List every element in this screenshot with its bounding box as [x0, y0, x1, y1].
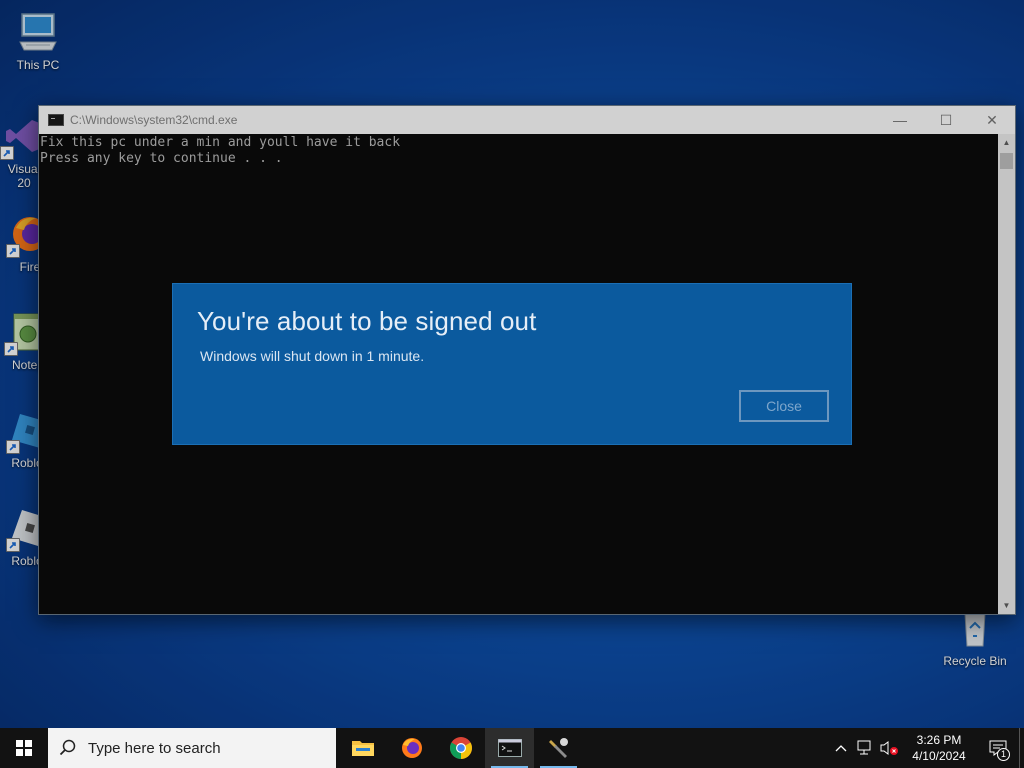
- taskbar-search-box[interactable]: Type here to search: [48, 728, 336, 768]
- volume-muted-icon[interactable]: [877, 728, 901, 768]
- notification-count-badge: 1: [997, 748, 1010, 761]
- taskbar-app-chrome[interactable]: [436, 728, 485, 768]
- search-placeholder: Type here to search: [88, 739, 221, 757]
- network-icon[interactable]: [853, 728, 877, 768]
- taskbar-app-cmd[interactable]: [485, 728, 534, 768]
- show-desktop-button[interactable]: [1019, 728, 1024, 768]
- dialog-close-button[interactable]: Close: [739, 390, 829, 422]
- clock-date: 4/10/2024: [912, 749, 966, 763]
- taskbar-app-tools[interactable]: [534, 728, 583, 768]
- taskbar-clock[interactable]: 3:26 PM 4/10/2024: [907, 732, 971, 764]
- windows-logo-icon: [16, 740, 32, 756]
- taskbar-apps: [338, 728, 583, 768]
- taskbar-app-firefox[interactable]: [387, 728, 436, 768]
- signout-dialog: You're about to be signed out Windows wi…: [172, 283, 852, 445]
- dialog-title: You're about to be signed out: [197, 306, 537, 336]
- dialog-message: Windows will shut down in 1 minute.: [200, 348, 425, 364]
- chrome-icon: [449, 737, 472, 759]
- action-center-button[interactable]: 1: [977, 728, 1019, 768]
- search-icon: [48, 739, 88, 757]
- start-button[interactable]: [0, 728, 48, 768]
- folder-icon: [351, 741, 374, 756]
- firefox-icon: [401, 738, 422, 758]
- taskbar-app-file-explorer[interactable]: [338, 728, 387, 768]
- cmd-icon: [497, 739, 522, 757]
- system-tray: 3:26 PM 4/10/2024 1: [829, 728, 1024, 768]
- clock-time: 3:26 PM: [916, 733, 962, 747]
- tools-icon: [548, 738, 568, 758]
- tray-chevron-up-icon[interactable]: [829, 728, 853, 768]
- taskbar: Type here to search 3:26 PM 4/10/2024 1: [0, 728, 1024, 768]
